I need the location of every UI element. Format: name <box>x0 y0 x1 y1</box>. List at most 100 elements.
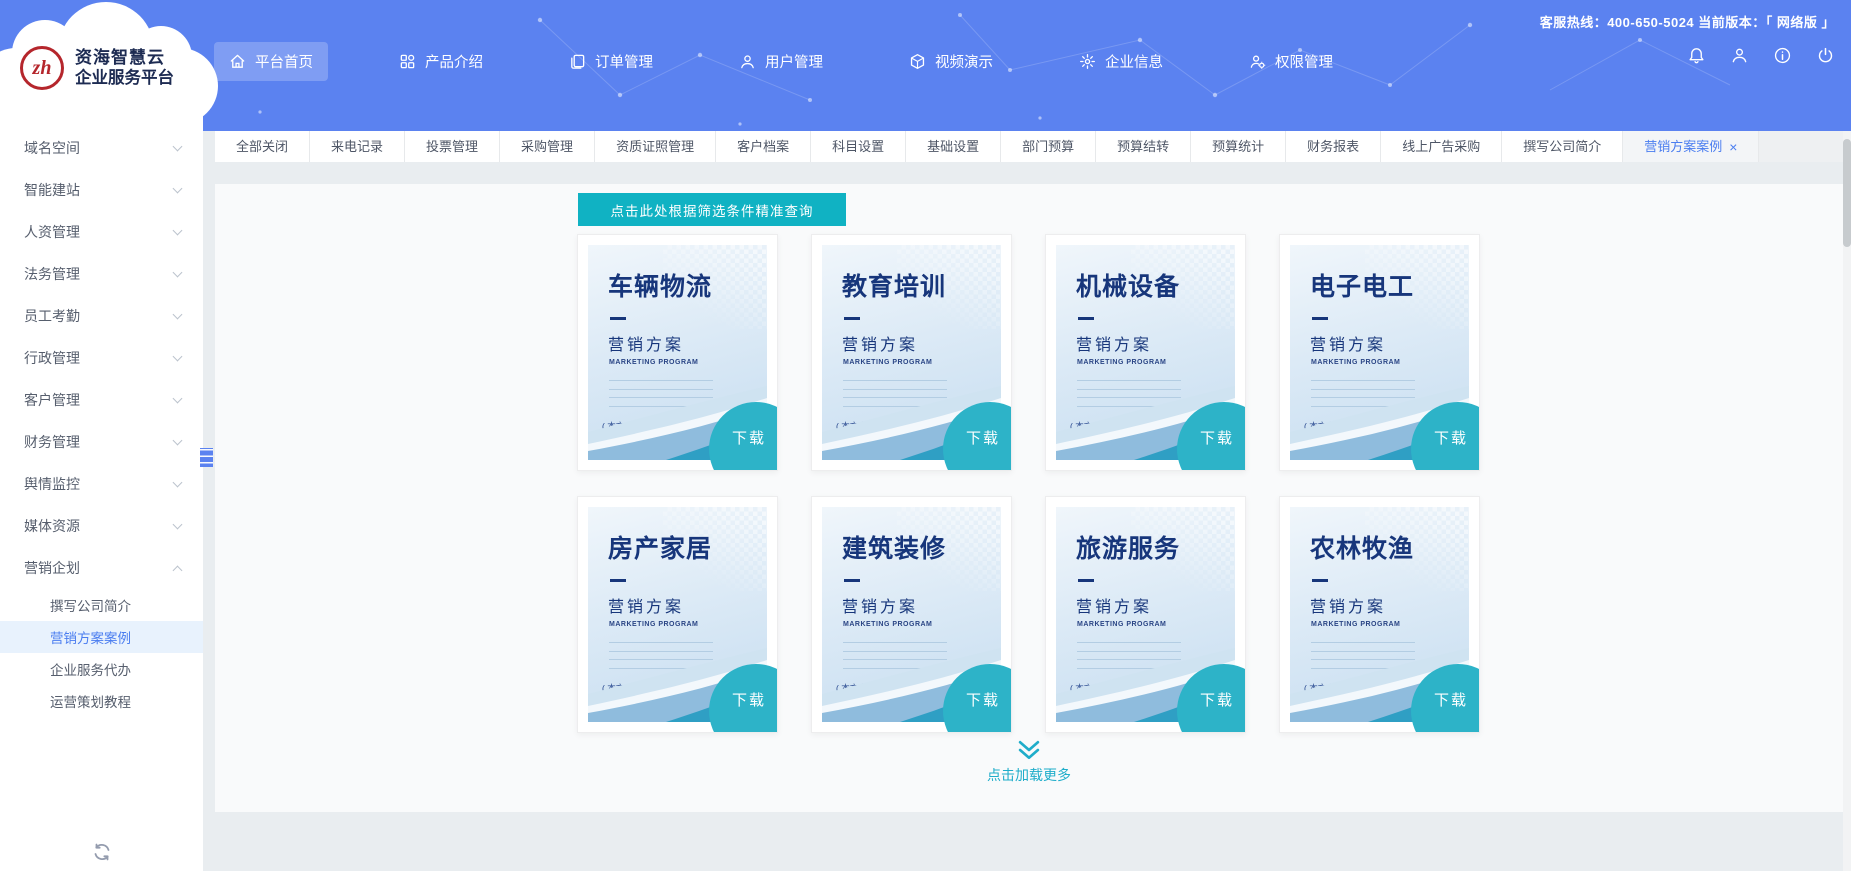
double-chevron-down-icon <box>1015 740 1043 760</box>
title-dash <box>1312 317 1328 320</box>
tab-item[interactable]: 全部关闭 <box>215 131 310 162</box>
nav-item-订单管理[interactable]: 订单管理 <box>554 42 668 81</box>
tab-label: 撰写公司简介 <box>1523 132 1601 162</box>
sidebar-item[interactable]: 域名空间 <box>0 127 203 169</box>
marketing-plan-card[interactable]: 机械设备 营销方案 MARKETING PROGRAM ( 本方案未经许可，不得… <box>1045 234 1246 471</box>
chevron-down-icon <box>173 225 183 235</box>
tab-item[interactable]: 部门预算 <box>1001 131 1096 162</box>
tab-item[interactable]: 资质证照管理 <box>595 131 716 162</box>
title-dash <box>1078 317 1094 320</box>
tab-label: 投票管理 <box>426 132 478 162</box>
tab-item[interactable]: 营销方案案例 × <box>1623 131 1759 162</box>
plan-subtitle: 营销方案 <box>1310 331 1469 355</box>
tab-item[interactable]: 投票管理 <box>405 131 500 162</box>
tab-label: 营销方案案例 <box>1644 132 1722 162</box>
info-icon[interactable] <box>1773 46 1792 65</box>
tab-item[interactable]: 采购管理 <box>500 131 595 162</box>
filter-query-button[interactable]: 点击此处根据筛选条件精准查询 <box>578 193 846 226</box>
home-icon <box>229 53 246 70</box>
tab-label: 客户档案 <box>737 132 789 162</box>
sidebar-item[interactable]: 智能建站 <box>0 169 203 211</box>
sidebar-item-label: 域名空间 <box>24 138 80 158</box>
download-label: 下载 <box>1200 689 1234 710</box>
header-icon-group <box>1687 46 1835 65</box>
tab-item[interactable]: 撰写公司简介 <box>1502 131 1623 162</box>
sidebar-collapse-handle[interactable] <box>198 444 215 471</box>
nav-item-视频演示[interactable]: 视频演示 <box>894 42 1008 81</box>
nav-item-企业信息[interactable]: 企业信息 <box>1064 42 1178 81</box>
sidebar-item[interactable]: 员工考勤 <box>0 295 203 337</box>
sidebar-subitem-label: 营销方案案例 <box>50 627 131 647</box>
nav-item-label: 订单管理 <box>595 51 653 72</box>
plan-subtitle: 营销方案 <box>1076 593 1235 617</box>
sidebar-subitem[interactable]: 企业服务代办 <box>0 653 203 685</box>
account-icon[interactable] <box>1730 46 1749 65</box>
sidebar-item[interactable]: 客户管理 <box>0 379 203 421</box>
sidebar-item-label: 行政管理 <box>24 348 80 368</box>
sidebar-item[interactable]: 媒体资源 <box>0 505 203 547</box>
title-dash <box>844 579 860 582</box>
open-tabs-bar: 全部关闭 来电记录 投票管理 采购管理 资质证照管理 客户档案 科目设置 基础设… <box>215 131 1843 162</box>
download-label: 下载 <box>732 689 766 710</box>
tab-item[interactable]: 预算结转 <box>1096 131 1191 162</box>
power-icon[interactable] <box>1816 46 1835 65</box>
chevron-down-icon <box>173 141 183 151</box>
tab-item[interactable]: 预算统计 <box>1191 131 1286 162</box>
load-more[interactable]: 点击加载更多 <box>987 740 1071 785</box>
marketing-plan-card[interactable]: 车辆物流 营销方案 MARKETING PROGRAM ( 本方案未经许可，不得… <box>577 234 778 471</box>
sidebar-item-label: 财务管理 <box>24 432 80 452</box>
marketing-plan-card[interactable]: 房产家居 营销方案 MARKETING PROGRAM ( 本方案未经许可，不得… <box>577 496 778 733</box>
plan-card-grid: 车辆物流 营销方案 MARKETING PROGRAM ( 本方案未经许可，不得… <box>577 234 1480 733</box>
tab-item[interactable]: 基础设置 <box>906 131 1001 162</box>
download-label: 下载 <box>1434 427 1468 448</box>
plan-title: 教育培训 <box>842 267 1001 303</box>
tab-label: 预算统计 <box>1212 132 1264 162</box>
chevron-down-icon <box>173 435 183 445</box>
tab-label: 预算结转 <box>1117 132 1169 162</box>
plan-title: 房产家居 <box>608 529 767 565</box>
nav-item-label: 企业信息 <box>1105 51 1163 72</box>
tab-item[interactable]: 财务报表 <box>1286 131 1381 162</box>
download-label: 下载 <box>732 427 766 448</box>
plan-title: 电子电工 <box>1310 267 1469 303</box>
nav-item-产品介绍[interactable]: 产品介绍 <box>384 42 498 81</box>
tab-item[interactable]: 客户档案 <box>716 131 811 162</box>
sidebar-item[interactable]: 营销企划 <box>0 547 203 589</box>
sidebar-item-label: 舆情监控 <box>24 474 80 494</box>
sidebar-item[interactable]: 舆情监控 <box>0 463 203 505</box>
sidebar-subitem[interactable]: 营销方案案例 <box>0 621 203 653</box>
plan-subtitle-en: MARKETING PROGRAM <box>609 621 767 628</box>
sidebar-subitem[interactable]: 运营策划教程 <box>0 685 203 717</box>
sidebar-item[interactable]: 法务管理 <box>0 253 203 295</box>
marketing-plan-card[interactable]: 旅游服务 营销方案 MARKETING PROGRAM ( 本方案未经许可，不得… <box>1045 496 1246 733</box>
scrollbar-thumb[interactable] <box>1843 139 1851 247</box>
sidebar-item-label: 客户管理 <box>24 390 80 410</box>
nav-item-权限管理[interactable]: 权限管理 <box>1234 42 1348 81</box>
tab-item[interactable]: 科目设置 <box>811 131 906 162</box>
permission-icon <box>1249 53 1266 70</box>
bell-icon[interactable] <box>1687 46 1706 65</box>
gear-icon <box>1079 53 1096 70</box>
plan-subtitle-en: MARKETING PROGRAM <box>1077 359 1235 366</box>
sidebar-item[interactable]: 财务管理 <box>0 421 203 463</box>
marketing-plan-card[interactable]: 电子电工 营销方案 MARKETING PROGRAM ( 本方案未经许可，不得… <box>1279 234 1480 471</box>
plan-title: 农林牧渔 <box>1310 529 1469 565</box>
sidebar-item[interactable]: 行政管理 <box>0 337 203 379</box>
scrollbar-track <box>1843 131 1851 871</box>
close-tab-icon[interactable]: × <box>1729 140 1737 154</box>
tab-item[interactable]: 来电记录 <box>310 131 405 162</box>
marketing-plan-card[interactable]: 农林牧渔 营销方案 MARKETING PROGRAM ( 本方案未经许可，不得… <box>1279 496 1480 733</box>
tab-item[interactable]: 线上广告采购 <box>1381 131 1502 162</box>
plan-subtitle: 营销方案 <box>1310 593 1469 617</box>
refresh-icon[interactable] <box>91 841 113 863</box>
plan-title: 建筑装修 <box>842 529 1001 565</box>
sidebar-item[interactable]: 人资管理 <box>0 211 203 253</box>
chevron-down-icon <box>173 183 183 193</box>
sidebar-subitem[interactable]: 撰写公司简介 <box>0 589 203 621</box>
nav-item-平台首页[interactable]: 平台首页 <box>214 42 328 81</box>
marketing-plan-card[interactable]: 建筑装修 营销方案 MARKETING PROGRAM ( 本方案未经许可，不得… <box>811 496 1012 733</box>
marketing-plan-card[interactable]: 教育培训 营销方案 MARKETING PROGRAM ( 本方案未经许可，不得… <box>811 234 1012 471</box>
order-icon <box>569 53 586 70</box>
nav-item-用户管理[interactable]: 用户管理 <box>724 42 838 81</box>
plan-subtitle: 营销方案 <box>608 593 767 617</box>
